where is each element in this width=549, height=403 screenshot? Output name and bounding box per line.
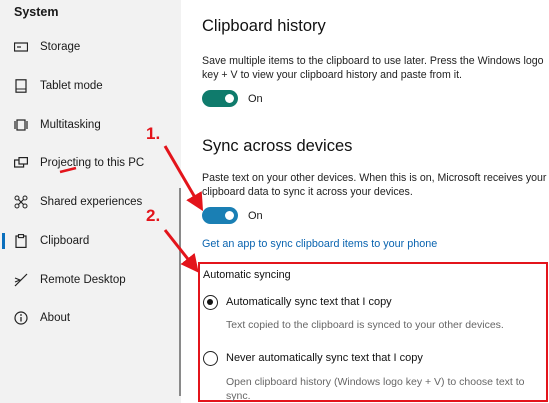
sidebar-title: System — [14, 5, 59, 19]
info-icon — [14, 311, 28, 325]
never-sync-radio[interactable] — [203, 351, 218, 366]
sidebar-item-label: Tablet mode — [40, 80, 103, 92]
clipboard-history-heading: Clipboard history — [202, 17, 326, 35]
never-sync-option-description: Open clipboard history (Windows logo key… — [226, 376, 525, 402]
sync-across-devices-heading: Sync across devices — [202, 137, 353, 155]
toggle-state-label: On — [248, 209, 263, 222]
sidebar-item-label: Clipboard — [40, 235, 90, 247]
sidebar-item-remote-desktop[interactable]: Remote Desktop — [0, 265, 181, 295]
clipboard-history-description: Save multiple items to the clipboard to … — [202, 55, 544, 81]
toggle-knob — [225, 211, 234, 220]
sidebar-item-label: Storage — [40, 41, 81, 53]
sidebar-item-label: Shared experiences — [40, 196, 143, 208]
sidebar-item-tablet-mode[interactable]: Tablet mode — [0, 71, 181, 101]
auto-sync-radio[interactable] — [203, 295, 218, 310]
storage-icon — [14, 40, 28, 54]
sidebar-item-storage[interactable]: Storage — [0, 32, 181, 62]
sidebar-item-label: Remote Desktop — [40, 274, 126, 286]
auto-sync-option-description: Text copied to the clipboard is synced t… — [226, 319, 504, 331]
sidebar-item-label: Projecting to this PC — [40, 157, 145, 169]
automatic-syncing-heading: Automatic syncing — [203, 269, 291, 281]
sidebar-item-label: Multitasking — [40, 119, 101, 131]
sync-description: Paste text on your other devices. When t… — [202, 172, 547, 198]
shared-experiences-icon — [14, 195, 28, 209]
toggle-state-label: On — [248, 92, 263, 105]
auto-sync-option-label[interactable]: Automatically sync text that I copy — [226, 296, 392, 308]
clipboard-icon — [14, 234, 28, 248]
sidebar-item-clipboard[interactable]: Clipboard — [0, 226, 181, 256]
tablet-mode-icon — [14, 79, 28, 93]
annotation-step-1: 1. — [146, 124, 161, 143]
clipboard-history-toggle[interactable] — [202, 90, 238, 107]
sync-toggle-row: On — [202, 207, 263, 224]
remote-desktop-icon — [14, 273, 28, 287]
multitasking-icon — [14, 118, 28, 132]
clipboard-history-toggle-row: On — [202, 90, 263, 107]
radio-selected-dot — [207, 299, 213, 305]
sidebar-item-label: About — [40, 312, 71, 324]
get-app-link[interactable]: Get an app to sync clipboard items to yo… — [202, 238, 437, 250]
annotation-step-2: 2. — [146, 206, 161, 225]
toggle-knob — [225, 94, 234, 103]
settings-sidebar: System Storage Tablet mode Multitasking … — [0, 0, 181, 403]
sidebar-item-projecting[interactable]: Projecting to this PC — [0, 148, 181, 178]
sync-toggle[interactable] — [202, 207, 238, 224]
projecting-icon — [14, 156, 28, 170]
sidebar-item-about[interactable]: About — [0, 303, 181, 333]
never-sync-option-label[interactable]: Never automatically sync text that I cop… — [226, 352, 423, 364]
